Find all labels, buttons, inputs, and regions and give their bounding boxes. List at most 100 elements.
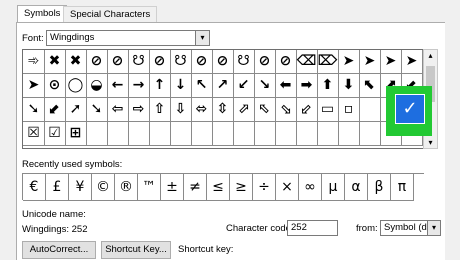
symbol-cell[interactable]: ➤	[338, 50, 360, 74]
symbol-cell[interactable]: ⊘	[86, 50, 108, 74]
recent-symbol-cell[interactable]: ¥	[69, 174, 92, 201]
tab-symbols[interactable]: Symbols	[17, 5, 68, 23]
shortcut-key-button[interactable]: Shortcut Key...	[101, 241, 171, 259]
autocorrect-button[interactable]: AutoCorrect...	[22, 241, 96, 259]
symbol-cell[interactable]: ⬄	[191, 98, 213, 122]
scroll-down-icon[interactable]: ▾	[424, 138, 437, 147]
chevron-down-icon[interactable]: ▾	[427, 221, 440, 235]
symbol-cell[interactable]	[233, 122, 255, 146]
symbol-cell[interactable]	[212, 122, 234, 146]
symbol-cell[interactable]: ⇳	[212, 98, 234, 122]
symbol-cell[interactable]: ⇧	[149, 98, 171, 122]
symbol-cell[interactable]: ←	[107, 74, 129, 98]
symbol-cell[interactable]: ▫	[338, 98, 360, 122]
recent-symbol-cell[interactable]: ∞	[299, 174, 322, 201]
symbol-cell[interactable]: ☋	[128, 50, 150, 74]
recent-symbol-cell[interactable]: £	[46, 174, 69, 201]
recent-symbol-cell[interactable]: ≥	[230, 174, 253, 201]
recent-symbol-cell[interactable]: β	[368, 174, 391, 201]
symbol-cell[interactable]	[317, 122, 339, 146]
symbol-cell[interactable]	[107, 122, 129, 146]
symbol-cell[interactable]: ↑	[149, 74, 171, 98]
symbol-cell[interactable]	[128, 122, 150, 146]
symbol-cell[interactable]: ⬉	[359, 74, 381, 98]
symbol-cell[interactable]: ➤	[380, 50, 402, 74]
recent-symbol-cell[interactable]: μ	[322, 174, 345, 201]
symbol-cell[interactable]: ☋	[170, 50, 192, 74]
symbol-cell[interactable]	[191, 122, 213, 146]
symbol-cell[interactable]: ↓	[170, 74, 192, 98]
symbol-cell[interactable]: ➚	[65, 98, 87, 122]
symbol-cell[interactable]: ⬅	[275, 74, 297, 98]
recent-symbol-cell[interactable]: ©	[92, 174, 115, 201]
recent-symbol-cell[interactable]: π	[391, 174, 414, 201]
symbol-cell[interactable]: ↘	[254, 74, 276, 98]
recent-symbol-cell[interactable]: ≠	[184, 174, 207, 201]
symbol-cell[interactable]: ⇦	[107, 98, 129, 122]
symbol-cell[interactable]: ⬆	[317, 74, 339, 98]
symbol-cell[interactable]: ✖	[44, 50, 66, 74]
symbol-cell[interactable]: ⊘	[254, 50, 276, 74]
symbol-cell[interactable]: ◒	[86, 74, 108, 98]
symbol-cell[interactable]: ⊞	[65, 122, 87, 146]
symbol-cell[interactable]	[170, 122, 192, 146]
symbol-cell[interactable]: ⊘	[149, 50, 171, 74]
recent-symbol-cell[interactable]: ®	[115, 174, 138, 201]
symbol-cell[interactable]: ⬂	[275, 98, 297, 122]
symbol-cell[interactable]	[254, 122, 276, 146]
symbol-cell[interactable]: ☋	[233, 50, 255, 74]
recent-symbol-cell[interactable]: ™	[138, 174, 161, 201]
scroll-up-icon[interactable]: ▴	[424, 51, 437, 60]
symbol-cell[interactable]: ➤	[401, 50, 423, 74]
symbol-cell[interactable]: →	[128, 74, 150, 98]
symbol-cell[interactable]: ✖	[65, 50, 87, 74]
symbol-cell[interactable]: ⊙	[44, 74, 66, 98]
recent-symbol-cell[interactable]: α	[345, 174, 368, 201]
recent-symbol-cell[interactable]: ×	[276, 174, 299, 201]
symbol-cell[interactable]	[275, 122, 297, 146]
from-select[interactable]: Symbol (decimal) ▾	[380, 220, 441, 236]
symbol-cell[interactable]: ☑	[44, 122, 66, 146]
symbol-cell[interactable]: ⇨	[128, 98, 150, 122]
symbol-cell[interactable]: ➤	[23, 74, 45, 98]
symbol-cell[interactable]: ⊘	[107, 50, 129, 74]
recent-symbol-cell[interactable]: ÷	[253, 174, 276, 201]
recent-symbol-cell[interactable]: ≤	[207, 174, 230, 201]
symbol-cell[interactable]: ◯	[65, 74, 87, 98]
symbol-cell[interactable]	[86, 122, 108, 146]
symbol-cell[interactable]: ➡	[296, 74, 318, 98]
symbol-cell[interactable]: ➾	[23, 50, 45, 74]
symbol-cell[interactable]: ⬁	[254, 98, 276, 122]
symbol-cell[interactable]: ⬃	[296, 98, 318, 122]
symbol-cell[interactable]: ➘	[86, 98, 108, 122]
selected-symbol-cell[interactable]: ✓	[395, 94, 425, 124]
symbol-cell[interactable]	[359, 98, 381, 122]
symbol-cell[interactable]: ⊘	[212, 50, 234, 74]
symbol-cell[interactable]: ⊘	[191, 50, 213, 74]
symbol-cell[interactable]: ➘	[23, 98, 45, 122]
symbol-cell[interactable]: ⬇	[338, 74, 360, 98]
symbol-cell[interactable]: ▭	[317, 98, 339, 122]
symbol-cell[interactable]: ⬋	[44, 98, 66, 122]
symbol-cell[interactable]	[149, 122, 171, 146]
font-select[interactable]: Wingdings ▾	[46, 30, 210, 46]
symbol-cell[interactable]: ↙	[233, 74, 255, 98]
symbol-cell[interactable]: ⊘	[275, 50, 297, 74]
symbol-cell[interactable]: ⌦	[317, 50, 339, 74]
symbol-cell[interactable]: ↖	[191, 74, 213, 98]
symbol-cell[interactable]	[296, 122, 318, 146]
recent-symbol-cell[interactable]: €	[23, 174, 46, 201]
chevron-down-icon[interactable]: ▾	[195, 31, 209, 45]
symbol-cell[interactable]	[359, 122, 381, 146]
symbol-cell[interactable]: ⬀	[233, 98, 255, 122]
tab-special-characters[interactable]: Special Characters	[63, 6, 158, 23]
symbol-cell[interactable]: ➤	[359, 50, 381, 74]
symbol-cell[interactable]: ⌫	[296, 50, 318, 74]
symbol-cell[interactable]: ⇩	[170, 98, 192, 122]
character-code-input[interactable]: 252	[287, 220, 338, 236]
recent-symbol-cell[interactable]: ±	[161, 174, 184, 201]
symbol-cell[interactable]	[338, 122, 360, 146]
symbol-cell[interactable]: ↗	[212, 74, 234, 98]
symbol-cell[interactable]: ☒	[23, 122, 45, 146]
symbol-grid[interactable]: ➾ ✖ ✖ ⊘ ⊘ ☋ ⊘ ☋ ⊘ ⊘ ☋ ⊘ ⊘ ⌫ ⌦ ➤ ➤ ➤ ➤ ➤ ⊙ ◯ ◒ ← → ↑ ↓ ↖ ↗ ↙ ↘ ⬅ ➡ ⬆ ⬇ ⬉ ⬈ ⬋ ➘ ⬋…	[22, 49, 424, 149]
